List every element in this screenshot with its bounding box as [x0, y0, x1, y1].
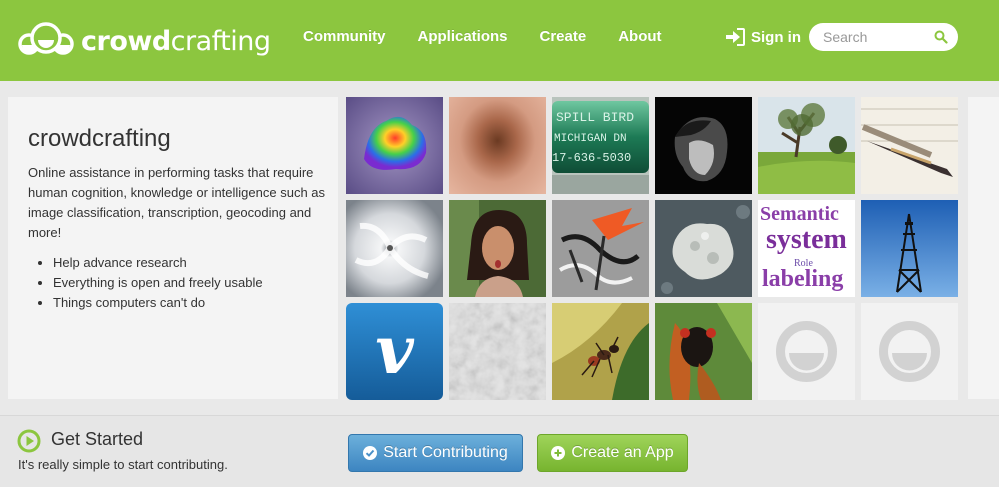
- search-box: [809, 23, 958, 51]
- search-input[interactable]: [809, 23, 925, 51]
- sign-in-link[interactable]: Sign in: [725, 28, 801, 46]
- start-contributing-label: Start Contributing: [383, 444, 508, 461]
- brand-name: crowdcrafting: [81, 25, 271, 57]
- hero-panel: crowdcrafting Online assistance in perfo…: [8, 97, 338, 399]
- band-text-line: 17-636-5030: [552, 151, 631, 165]
- wordcloud-word: Semantic: [760, 203, 839, 225]
- hero-title: crowdcrafting: [28, 125, 171, 152]
- app-tile-ant-on-leaf[interactable]: [552, 303, 649, 400]
- vimeo-letter: v: [375, 311, 414, 389]
- app-tile-hurricane[interactable]: [346, 200, 443, 297]
- nav-about[interactable]: About: [618, 28, 661, 45]
- sign-in-icon: [726, 28, 745, 46]
- app-tile-bird-band[interactable]: SPILL BIRD MICHIGAN DN 17-636-5030: [552, 97, 649, 194]
- placeholder-face-icon: [879, 321, 940, 382]
- carousel-edge: [968, 97, 999, 399]
- nav-create[interactable]: Create: [540, 28, 587, 45]
- app-tile-skin-mole[interactable]: [449, 97, 546, 194]
- get-started-title: Get Started: [51, 429, 144, 449]
- create-app-label: Create an App: [571, 444, 674, 461]
- app-tile-park-tree[interactable]: [758, 97, 855, 194]
- app-tile-vimeo-logo[interactable]: v: [346, 303, 443, 400]
- hero-description: Online assistance in performing tasks th…: [28, 165, 326, 240]
- app-tile-cicada[interactable]: [655, 303, 752, 400]
- start-contributing-button[interactable]: Start Contributing: [348, 434, 523, 472]
- app-tile-graffiti[interactable]: [552, 200, 649, 297]
- placeholder-face-icon: [776, 321, 837, 382]
- create-app-button[interactable]: Create an App: [537, 434, 688, 472]
- app-tile-noise-texture[interactable]: [449, 303, 546, 400]
- app-tile-lichen-rock[interactable]: [655, 200, 752, 297]
- app-tile-woman-face[interactable]: [449, 200, 546, 297]
- band-text-line: MICHIGAN DN: [554, 133, 627, 145]
- get-started-bar: Get Started It's really simple to start …: [0, 415, 999, 487]
- app-tile-placeholder[interactable]: [758, 303, 855, 400]
- app-tile-fountain-pen[interactable]: [861, 97, 958, 194]
- play-circle-icon: [17, 429, 41, 453]
- app-tile-placeholder[interactable]: [861, 303, 958, 400]
- nav-applications[interactable]: Applications: [418, 28, 508, 45]
- check-circle-icon: [363, 446, 378, 460]
- sign-in-label: Sign in: [751, 28, 801, 46]
- app-tile-radio-tower[interactable]: [861, 200, 958, 297]
- hero-feature-list: Help advance research Everything is open…: [53, 253, 263, 313]
- brand-link[interactable]: crowdcrafting: [18, 20, 271, 62]
- nav-community[interactable]: Community: [303, 28, 386, 45]
- wordcloud-word: system: [766, 224, 847, 255]
- search-icon[interactable]: [934, 30, 948, 44]
- wordcloud-word: labeling: [762, 266, 843, 292]
- plus-circle-icon: [551, 446, 566, 460]
- app-thumbnail-grid: SPILL BIRD MICHIGAN DN 17-636-5030 Seman…: [346, 97, 960, 400]
- navbar: crowdcrafting Community Applications Cre…: [0, 0, 999, 81]
- main-nav: Community Applications Create About: [303, 28, 662, 45]
- app-tile-semantic-wordcloud[interactable]: Semantic system Role labeling: [758, 200, 855, 297]
- list-item: Help advance research: [53, 253, 263, 273]
- get-started-subtitle: It's really simple to start contributing…: [18, 457, 228, 472]
- app-tile-rainbow-blob[interactable]: [346, 97, 443, 194]
- list-item: Everything is open and freely usable: [53, 273, 263, 293]
- crowdcrafting-logo-icon: [18, 22, 74, 55]
- app-tile-portrait-bw[interactable]: [655, 97, 752, 194]
- band-text-line: SPILL BIRD: [556, 110, 634, 125]
- list-item: Things computers can't do: [53, 293, 263, 313]
